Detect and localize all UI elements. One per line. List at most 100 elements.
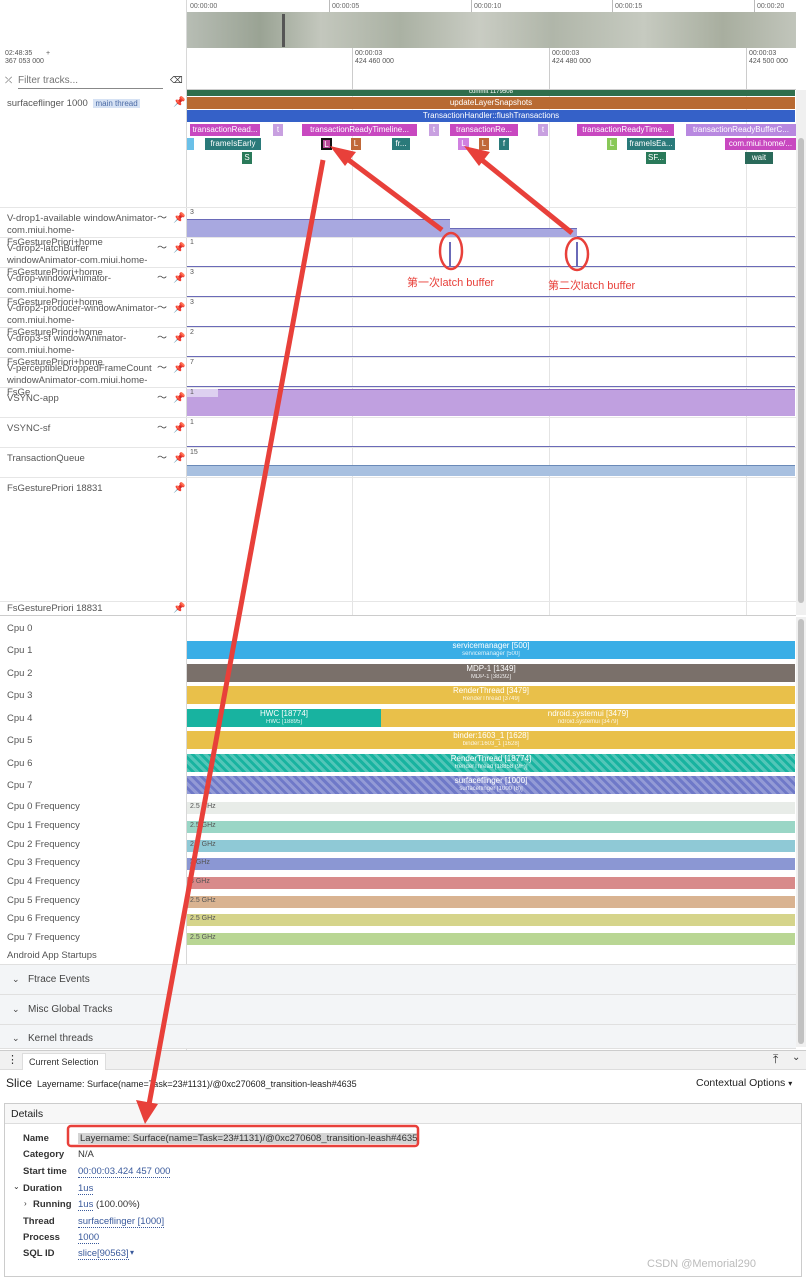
slice-latch-4[interactable]: L bbox=[607, 138, 617, 150]
slice-tx-ready-1[interactable]: t bbox=[273, 124, 283, 136]
slice-small-blue[interactable] bbox=[187, 138, 194, 150]
chevron-down-icon[interactable]: ⌄ bbox=[13, 1182, 20, 1191]
chevron-down-icon[interactable]: ⌄ bbox=[12, 1004, 20, 1015]
detail-value-thread[interactable]: surfaceflinger [1000] bbox=[78, 1216, 165, 1228]
pin-icon[interactable]: 📌 bbox=[173, 334, 185, 344]
slice-flush-transactions[interactable]: TransactionHandler::flushTransactions bbox=[187, 110, 795, 122]
slice-tx-ready-2[interactable]: transactionReadyTimeline... bbox=[302, 124, 417, 136]
slice-update-layer-snapshots[interactable]: updateLayerSnapshots bbox=[187, 97, 795, 109]
freq-bar-6[interactable] bbox=[187, 914, 795, 926]
cpu-slice-5[interactable]: binder:1603_1 [1628] binder:1603_1 [1628… bbox=[187, 731, 795, 749]
pin-icon[interactable]: 📌 bbox=[173, 274, 185, 284]
detail-value-process[interactable]: 1000 bbox=[78, 1232, 100, 1244]
cpu-slice-2[interactable]: MDP-1 [1349] MDP-1 [38292] bbox=[187, 664, 795, 682]
counter-track-perceptible-dropped[interactable]: V-perceptibleDroppedFrameCount windowAni… bbox=[0, 358, 796, 398]
time-ruler[interactable]: 00:00:03 424 460 000 00:00:03 424 480 00… bbox=[187, 48, 796, 90]
line-chart-icon[interactable]: 〜 bbox=[157, 274, 167, 284]
pin-icon[interactable]: 📌 bbox=[173, 484, 185, 494]
group-misc-global-tracks[interactable]: ⌄ Misc Global Tracks bbox=[0, 995, 796, 1025]
detail-value-duration[interactable]: 1us bbox=[78, 1183, 94, 1195]
cpu-scrollbar[interactable] bbox=[796, 617, 806, 1047]
counter-track-vdrop[interactable]: V-drop-windowAnimator-com.miui.home-FsGe… bbox=[0, 268, 796, 308]
chevron-down-icon[interactable]: ⌄ bbox=[12, 974, 20, 985]
counter-spike[interactable] bbox=[576, 242, 578, 266]
tracks-scrollbar[interactable] bbox=[796, 90, 806, 615]
detail-value-running[interactable]: 1us bbox=[78, 1199, 94, 1211]
slice-latch-2[interactable]: L bbox=[458, 138, 469, 150]
freq-bar-5[interactable] bbox=[187, 896, 795, 908]
cpu-slice-4a[interactable]: HWC [18774] HWC [18895] bbox=[187, 709, 381, 727]
counter-track-vdrop1[interactable]: V-drop1-available windowAnimator-com.miu… bbox=[0, 208, 796, 248]
slice-tx-ready-0[interactable]: transactionRead... bbox=[190, 124, 260, 136]
counter-track-vdrop2-producer[interactable]: V-drop2-producer-windowAnimator-com.miui… bbox=[0, 298, 796, 338]
clear-filter-icon[interactable]: ⌫ bbox=[170, 75, 183, 86]
slice-tx-ready-7[interactable]: transactionReadyBufferC... bbox=[686, 124, 796, 136]
slice-latch-3[interactable]: L bbox=[479, 138, 489, 150]
filter-tracks-input[interactable] bbox=[18, 73, 163, 89]
pin-icon[interactable]: 📌 bbox=[173, 394, 185, 404]
slice-deep-s[interactable]: S bbox=[242, 152, 252, 164]
line-chart-icon[interactable]: 〜 bbox=[157, 364, 167, 374]
counter-bar[interactable] bbox=[187, 465, 795, 476]
slice-frame-4[interactable]: f bbox=[499, 138, 509, 150]
pin-icon[interactable]: 📌 bbox=[173, 98, 185, 108]
freq-bar-1[interactable] bbox=[187, 821, 795, 833]
counter-track-vsync-sf[interactable]: VSYNC-sf 〜 📌 1 bbox=[0, 418, 796, 448]
line-chart-icon[interactable]: 〜 bbox=[157, 334, 167, 344]
slice-latch-0[interactable]: L bbox=[321, 138, 332, 150]
pin-icon[interactable]: 📌 bbox=[173, 364, 185, 374]
cpu-slice-4b[interactable]: ndroid.systemui [3479] ndroid.systemui [… bbox=[381, 709, 795, 727]
tab-current-selection[interactable]: Current Selection bbox=[22, 1053, 106, 1070]
slice-commit[interactable]: commit 1179508 bbox=[187, 90, 795, 96]
line-chart-icon[interactable]: 〜 bbox=[157, 454, 167, 464]
detail-value-name[interactable]: Layername: Surface(name=Task=23#1131)/@0… bbox=[78, 1133, 420, 1144]
pin-icon[interactable]: 📌 bbox=[173, 604, 185, 614]
counter-bar[interactable] bbox=[187, 219, 450, 237]
pin-icon[interactable]: 📌 bbox=[173, 304, 185, 314]
counter-track-transaction-queue[interactable]: TransactionQueue 〜 📌 15 bbox=[0, 448, 796, 478]
line-chart-icon[interactable]: 〜 bbox=[157, 304, 167, 314]
line-chart-icon[interactable]: 〜 bbox=[157, 214, 167, 224]
timeline-overview[interactable]: 00:00:00 00:00:05 00:00:10 00:00:15 00:0… bbox=[187, 0, 796, 48]
slice-tx-ready-4[interactable]: transactionRe... bbox=[450, 124, 518, 136]
detail-value-start-time[interactable]: 00:00:03.424 457 000 bbox=[78, 1166, 171, 1178]
cpu-slice-3[interactable]: RenderThread [3479] RenderThread [3749] bbox=[187, 686, 795, 704]
counter-bar[interactable] bbox=[450, 228, 577, 237]
counter-track-vdrop3-sf[interactable]: V-drop3-sf windowAnimator-com.miui.home-… bbox=[0, 328, 796, 368]
slice-com-miui-home[interactable]: com.miui.home/... bbox=[725, 138, 796, 150]
detail-value-sql-id[interactable]: slice[90563] bbox=[78, 1248, 129, 1260]
pin-icon[interactable]: 📌 bbox=[173, 214, 185, 224]
line-chart-icon[interactable]: 〜 bbox=[157, 424, 167, 434]
process-track-fsgesture[interactable]: FsGesturePriori 18831 📌 bbox=[0, 478, 796, 602]
pin-icon[interactable]: 📌 bbox=[173, 424, 185, 434]
chevron-right-icon[interactable]: › bbox=[24, 1199, 27, 1208]
cpu-slice-1[interactable]: servicemanager [500] servicemanager [500… bbox=[187, 641, 795, 659]
caret-down-icon[interactable]: ▾ bbox=[130, 1248, 134, 1257]
group-kernel-threads[interactable]: ⌄ Kernel threads bbox=[0, 1025, 796, 1049]
counter-track-vsync-app[interactable]: VSYNC-app 〜 📌 1 bbox=[0, 388, 796, 418]
group-ftrace-events[interactable]: ⌄ Ftrace Events bbox=[0, 965, 796, 995]
slice-tx-ready-5[interactable]: t bbox=[538, 124, 548, 136]
slice-tx-ready-3[interactable]: t bbox=[429, 124, 439, 136]
more-vert-icon[interactable]: ⋮ bbox=[7, 1053, 18, 1066]
counter-spike[interactable] bbox=[449, 242, 451, 266]
process-track-fsgesture-sticky[interactable]: FsGesturePriori 18831 📌 bbox=[0, 602, 796, 616]
surfaceflinger-track[interactable]: surfaceflinger 1000 main thread 📌 commit… bbox=[0, 90, 796, 208]
pin-icon[interactable]: 📌 bbox=[173, 244, 185, 254]
cpu-slice-6[interactable]: RenderThread [18774] RenderThread [18858… bbox=[187, 754, 795, 772]
line-chart-icon[interactable]: 〜 bbox=[157, 244, 167, 254]
freq-bar-0[interactable] bbox=[187, 802, 795, 814]
freq-bar-2[interactable] bbox=[187, 840, 795, 852]
freq-bar-4[interactable] bbox=[187, 877, 795, 889]
collapse-all-icon[interactable]: ⤫ bbox=[5, 75, 12, 86]
freq-bar-3[interactable] bbox=[187, 858, 795, 870]
chevron-down-icon[interactable]: ⌄ bbox=[12, 1033, 20, 1044]
slice-frame-is-early-1[interactable]: frameIsEa... bbox=[627, 138, 675, 150]
freq-bar-7[interactable] bbox=[187, 933, 795, 945]
maximize-panel-icon[interactable]: ⤒ bbox=[773, 1052, 778, 1067]
line-chart-icon[interactable]: 〜 bbox=[157, 394, 167, 404]
pin-icon[interactable]: 📌 bbox=[173, 454, 185, 464]
slice-deep-sf[interactable]: SF... bbox=[646, 152, 666, 164]
cpu-slice-7[interactable]: surfaceflinger [1000] surfaceflinger [10… bbox=[187, 776, 795, 794]
slice-tx-ready-6[interactable]: transactionReadyTime... bbox=[577, 124, 674, 136]
